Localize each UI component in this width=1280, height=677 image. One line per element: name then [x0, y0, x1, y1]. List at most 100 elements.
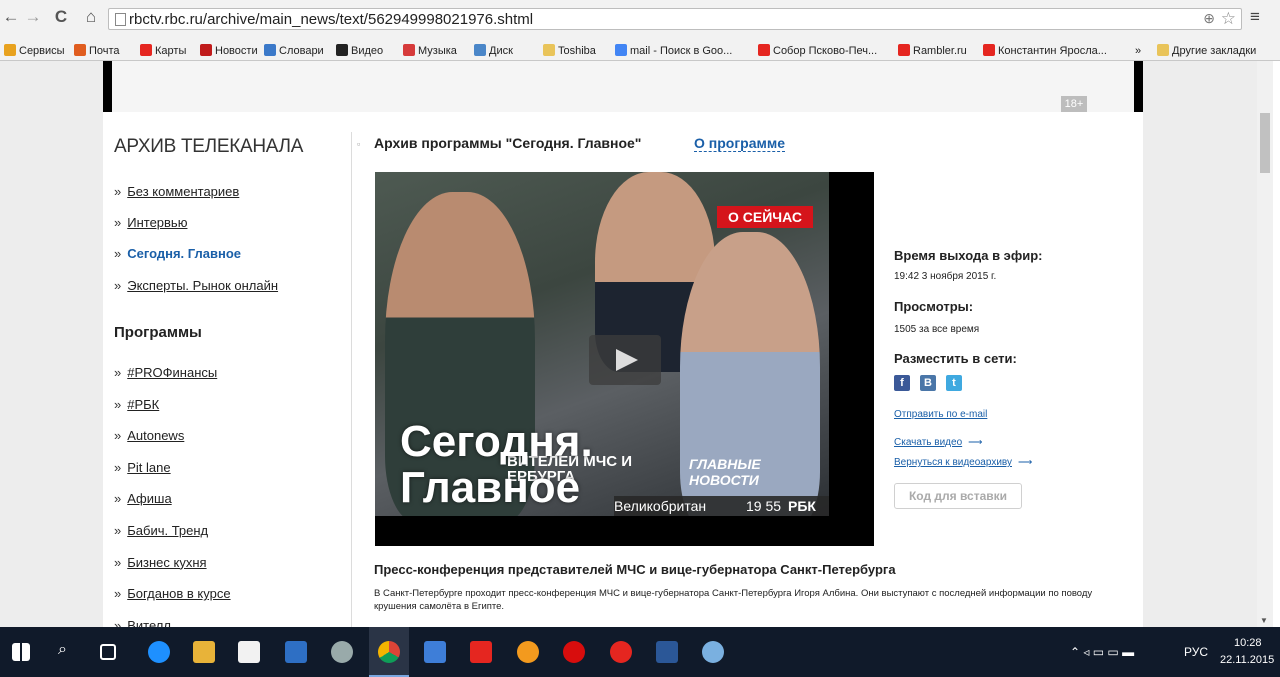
share-label: Разместить в сети: — [894, 351, 1017, 366]
back-button[interactable]: ← — [0, 6, 22, 28]
yandex-browser-icon[interactable] — [610, 641, 632, 663]
store-icon[interactable] — [238, 641, 260, 663]
sidebar-program-item[interactable]: » Бизнес кухня — [114, 555, 207, 570]
sidebar-channel-item[interactable]: » Без комментариев — [114, 184, 239, 199]
word-icon[interactable] — [656, 641, 678, 663]
video-player[interactable]: О СЕЙЧАС ВИТЕЛЕЙ МЧС И ЕРБУРГА ГЛАВНЫЕ Н… — [375, 172, 874, 546]
more-bookmarks-button[interactable]: » — [1135, 43, 1141, 59]
bookmark-item[interactable]: Видео — [336, 43, 383, 59]
embed-code-button[interactable]: Код для вставки — [894, 483, 1022, 509]
bookmarks-bar: Сервисы Почта Карты Новости Словари Видео Музы… — [0, 40, 1280, 61]
bookmark-favicon — [74, 44, 86, 56]
raquo-icon: » — [114, 278, 122, 293]
tray-icons[interactable]: ⌃ ◃ ▭ ▭ ▬ — [1070, 645, 1134, 659]
about-program-link[interactable]: О программе — [694, 135, 786, 152]
back-to-archive-link[interactable]: Вернуться к видеоархиву ⟶ — [894, 457, 1032, 468]
arrow-right-icon: ⟶ — [1018, 457, 1033, 468]
bookmark-item[interactable]: Новости — [200, 43, 258, 59]
task-view-icon[interactable] — [100, 644, 116, 660]
reload-button[interactable]: C — [50, 6, 72, 28]
sidebar-title: АРХИВ ТЕЛЕКАНАЛА — [114, 136, 304, 157]
bookmark-star-icon[interactable]: ☆ — [1221, 9, 1236, 29]
raquo-icon: » — [114, 617, 122, 627]
zoom-icon[interactable]: ⊕ — [1203, 10, 1215, 27]
start-windows-icon[interactable] — [12, 643, 30, 661]
odnoklassniki-icon[interactable] — [517, 641, 539, 663]
clock-time[interactable]: 10:28 — [1234, 637, 1262, 649]
ticker-time: 19 55 — [746, 498, 782, 514]
bookmark-item[interactable]: Toshiba — [543, 43, 596, 59]
sidebar-program-item[interactable]: » Богданов в курсе — [114, 586, 231, 601]
video-title-line2: Главное — [400, 463, 581, 512]
windows-taskbar: ⌕ ⌃ ◃ ▭ ▭ ▬ РУС 10:28 22.11.2015 — [0, 627, 1280, 677]
facebook-icon[interactable]: f — [894, 375, 910, 391]
video-frame[interactable]: О СЕЙЧАС ВИТЕЛЕЙ МЧС И ЕРБУРГА ГЛАВНЫЕ Н… — [375, 172, 829, 516]
other-bookmarks[interactable]: Другие закладки — [1157, 43, 1256, 59]
story-text: В Санкт-Петербурге проходит пресс-конфер… — [374, 588, 1093, 612]
sidebar-channel-item[interactable]: » Сегодня. Главное — [114, 246, 241, 261]
news-ticker: Великобритан 19 55 РБК — [614, 496, 829, 516]
mail-icon[interactable] — [424, 641, 446, 663]
page-viewport: 18+ АРХИВ ТЕЛЕКАНАЛА » Без комментариев » И… — [0, 61, 1257, 627]
opera-icon[interactable] — [563, 641, 585, 663]
bookmark-favicon — [543, 44, 555, 56]
search-icon[interactable]: ⌕ — [58, 641, 80, 663]
sidebar-program-item[interactable]: » Вителл — [114, 618, 171, 627]
news-label: ГЛАВНЫЕ НОВОСТИ — [689, 456, 761, 488]
email-link[interactable]: Отправить по e-mail — [894, 409, 987, 420]
raquo-icon: » — [114, 554, 122, 570]
archive-title: Архив программы "Сегодня. Главное" — [374, 135, 642, 151]
bookmark-item[interactable]: Карты — [140, 43, 186, 59]
media-player-icon[interactable] — [285, 641, 307, 663]
yandex-icon[interactable] — [470, 641, 492, 663]
bookmark-favicon — [200, 44, 212, 56]
twitter-icon[interactable]: t — [946, 375, 962, 391]
bookmark-item[interactable]: mail - Поиск в Goo... — [615, 43, 732, 59]
raquo-icon: » — [114, 428, 122, 444]
download-link[interactable]: Скачать видео ⟶ — [894, 437, 982, 448]
chrome-icon[interactable] — [378, 641, 400, 663]
bookmark-favicon — [264, 44, 276, 56]
sidebar-channel-item[interactable]: » Интервью — [114, 215, 187, 230]
programs-heading: Программы — [114, 324, 202, 341]
ticker-text: Великобритан — [614, 498, 707, 514]
views-value: 1505 за все время — [894, 324, 980, 335]
bookmark-item[interactable]: Сервисы — [4, 43, 65, 59]
file-explorer-icon[interactable] — [193, 641, 215, 663]
url-text[interactable]: rbctv.rbc.ru/archive/main_news/text/5629… — [129, 10, 533, 29]
sidebar-program-item[interactable]: » Pit lane — [114, 460, 171, 475]
airtime-label: Время выхода в эфир: — [894, 248, 1043, 263]
bookmark-item[interactable]: Диск — [474, 43, 513, 59]
scroll-down-icon[interactable]: ▼ — [1260, 616, 1268, 625]
scrollbar-thumb[interactable] — [1260, 113, 1270, 173]
edge-icon[interactable] — [148, 641, 170, 663]
app-icon[interactable] — [702, 641, 724, 663]
ad-banner[interactable] — [103, 61, 1143, 112]
raquo-icon: » — [114, 215, 122, 230]
bookmark-item[interactable]: Константин Яросла... — [983, 43, 1107, 59]
home-button[interactable]: ⌂ — [80, 6, 102, 28]
bookmark-item[interactable]: Собор Псково-Печ... — [758, 43, 877, 59]
language-indicator[interactable]: РУС — [1184, 645, 1208, 659]
bookmark-favicon — [983, 44, 995, 56]
url-bar[interactable]: rbctv.rbc.ru/archive/main_news/text/5629… — [108, 8, 1242, 30]
bookmark-item[interactable]: Музыка — [403, 43, 457, 59]
vkontakte-icon[interactable]: В — [920, 375, 936, 391]
sidebar-program-item[interactable]: » #РБК — [114, 397, 159, 412]
clock-date[interactable]: 22.11.2015 — [1220, 654, 1274, 666]
sidebar-program-item[interactable]: » Autonews — [114, 428, 184, 443]
menu-icon[interactable]: ≡ — [1250, 7, 1260, 27]
sidebar-program-item[interactable]: » #PROФинансы — [114, 365, 217, 380]
sidebar-channel-item[interactable]: » Эксперты. Рынок онлайн — [114, 278, 278, 293]
page-scrollbar[interactable]: ▼ — [1257, 61, 1273, 627]
sidebar-program-item[interactable]: » Бабич. Тренд — [114, 523, 208, 538]
play-button[interactable] — [589, 335, 661, 385]
sidebar-program-item[interactable]: » Афиша — [114, 491, 172, 506]
bookmark-item[interactable]: Почта — [74, 43, 120, 59]
bookmark-item[interactable]: Rambler.ru — [898, 43, 967, 59]
bookmark-item[interactable]: Словари — [264, 43, 324, 59]
bookmark-favicon — [4, 44, 16, 56]
raquo-icon: » — [114, 523, 122, 538]
forward-button[interactable]: → — [22, 6, 44, 28]
app-icon[interactable] — [331, 641, 353, 663]
